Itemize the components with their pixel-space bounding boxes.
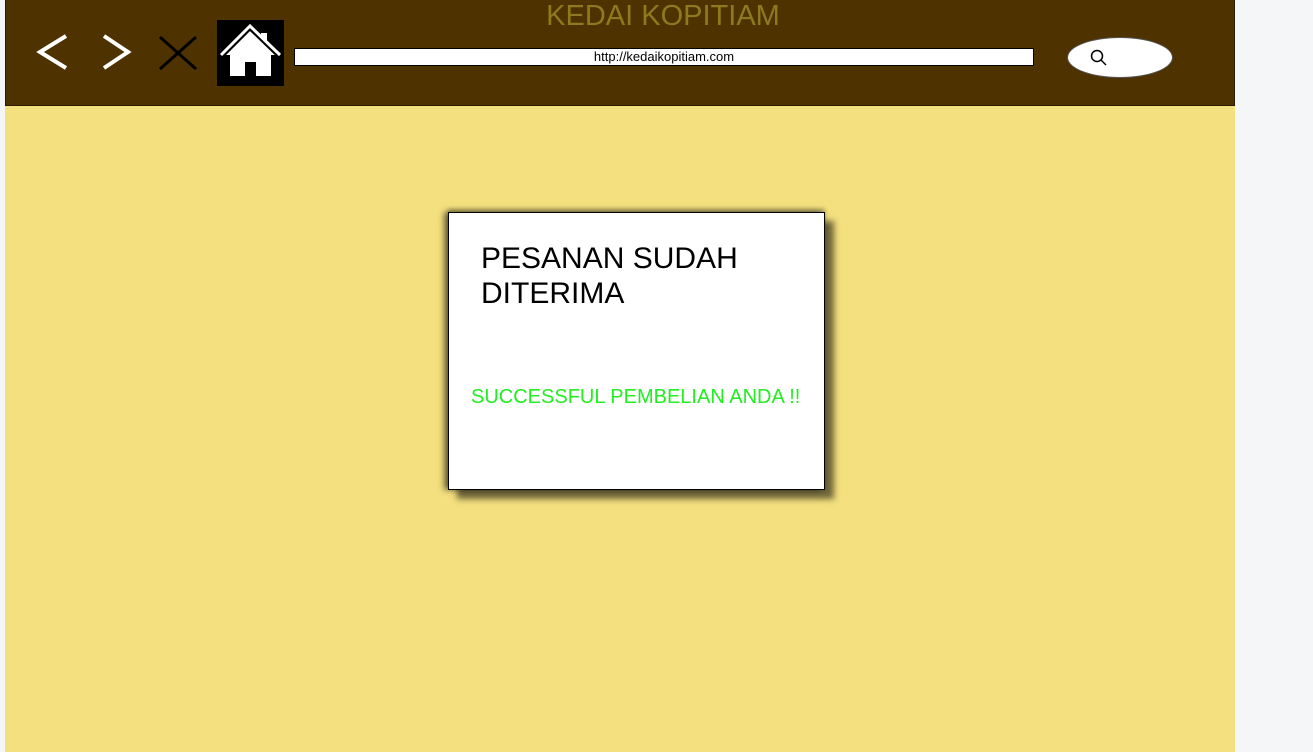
address-bar[interactable] xyxy=(294,48,1034,66)
back-button[interactable] xyxy=(32,30,78,76)
search-button[interactable] xyxy=(1067,37,1173,78)
close-icon xyxy=(159,35,197,71)
success-message: SUCCESSFUL PEMBELIAN ANDA !! xyxy=(471,386,801,408)
chevron-left-icon xyxy=(36,34,68,70)
chevron-right-icon xyxy=(102,34,132,70)
dialog-title: PESANAN SUDAH DITERIMA xyxy=(481,242,738,310)
order-confirmation-dialog: PESANAN SUDAH DITERIMA SUCCESSFUL PEMBEL… xyxy=(448,212,825,490)
page-canvas: KEDAI KOPITIAM PESANAN SUDAH DITERIMA SU… xyxy=(5,0,1235,752)
forward-button[interactable] xyxy=(94,30,140,76)
stop-button[interactable] xyxy=(156,30,202,76)
site-title: KEDAI KOPITIAM xyxy=(546,0,780,32)
search-icon xyxy=(1090,49,1107,66)
